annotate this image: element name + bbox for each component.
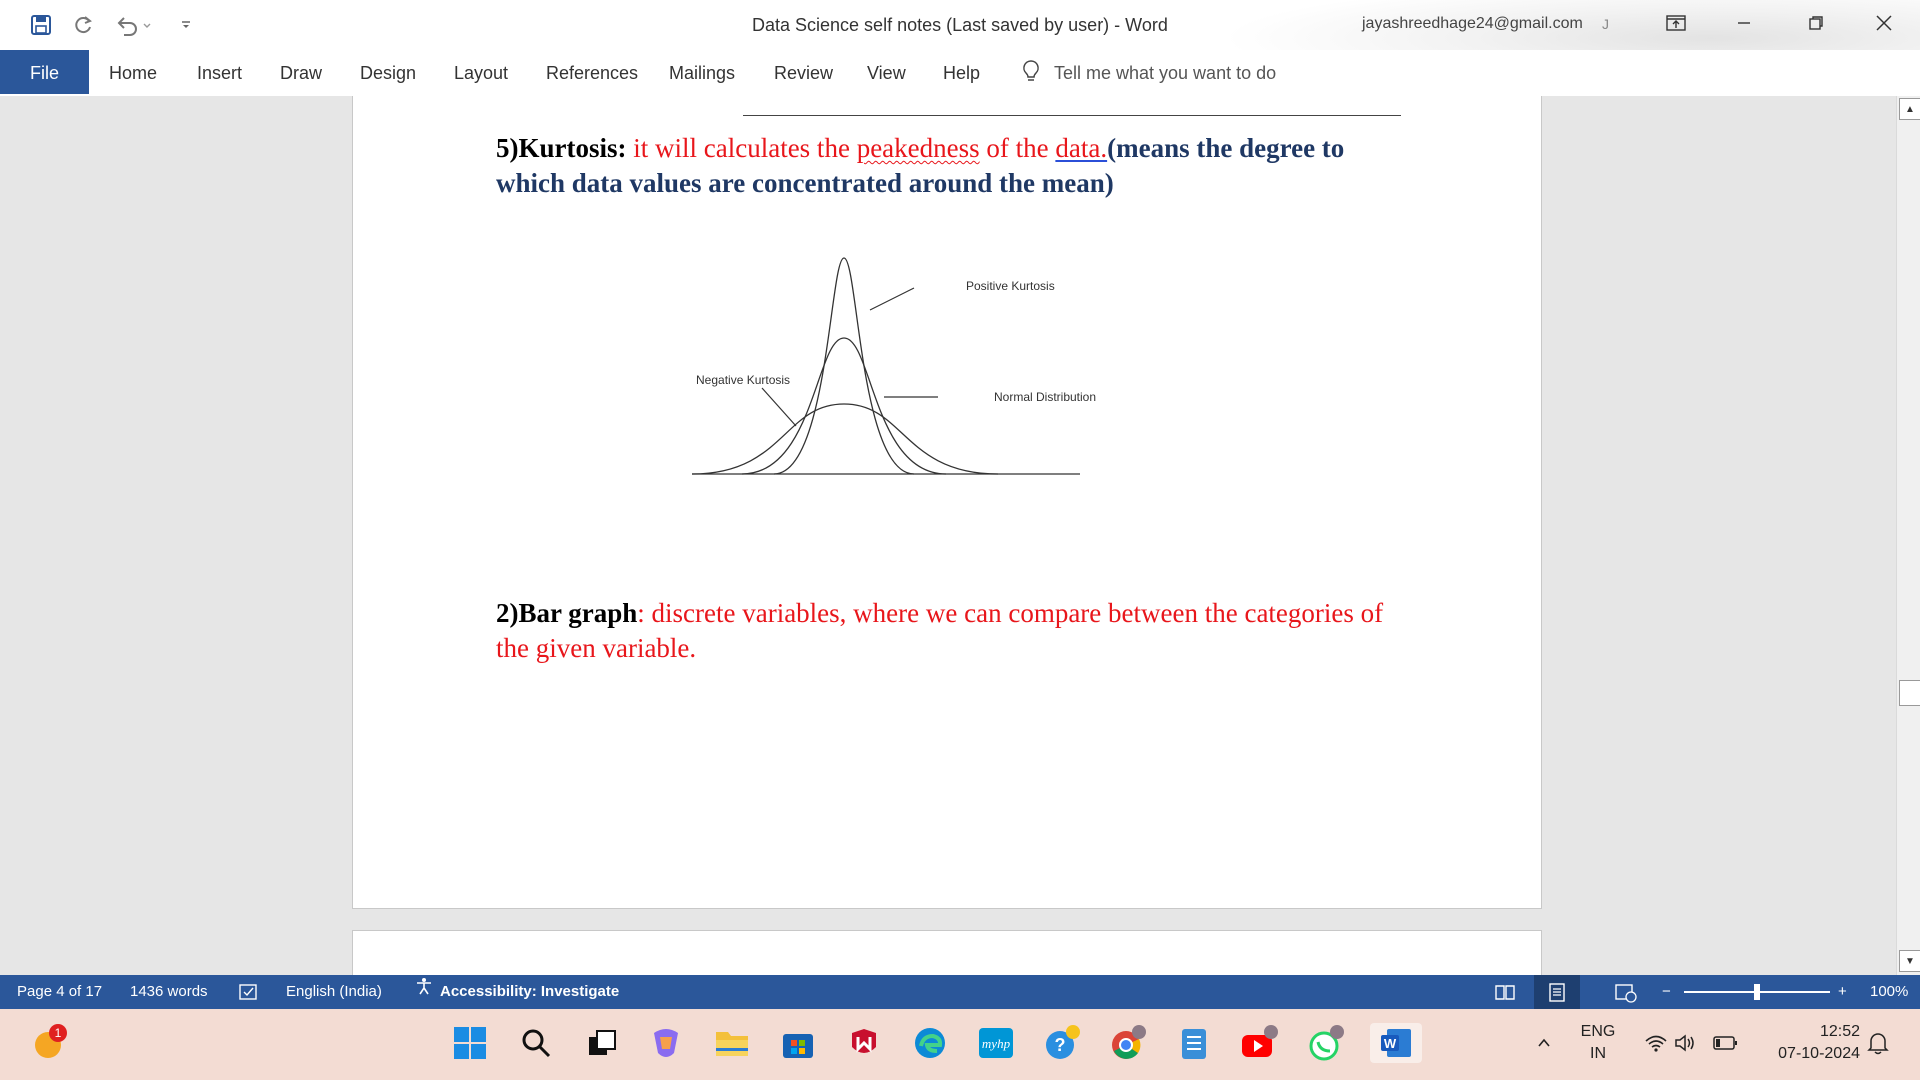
kurtosis-paragraph[interactable]: 5)Kurtosis: it will calculates the peake…: [496, 131, 1416, 201]
notification-bell-icon[interactable]: [1858, 1023, 1898, 1063]
copilot-icon[interactable]: [646, 1023, 686, 1063]
volume-icon[interactable]: [1666, 1023, 1706, 1063]
tab-home[interactable]: Home: [109, 50, 157, 94]
read-mode-icon[interactable]: [1494, 975, 1516, 1009]
clock-date: 07-10-2024: [1778, 1045, 1860, 1062]
zoom-in-icon[interactable]: +: [1838, 975, 1847, 1009]
lightbulb-icon: [1022, 59, 1040, 88]
print-layout-icon[interactable]: [1534, 975, 1580, 1009]
restore-icon[interactable]: [1794, 8, 1838, 38]
tab-insert[interactable]: Insert: [197, 50, 242, 94]
edge-icon[interactable]: [910, 1023, 950, 1063]
accessibility-label: Accessibility: Investigate: [440, 983, 620, 1000]
kurtosis-heading: 5)Kurtosis:: [496, 133, 627, 163]
negative-kurtosis-label: Negative Kurtosis: [696, 373, 790, 387]
tab-mailings[interactable]: Mailings: [669, 50, 735, 94]
zoom-out-icon[interactable]: −: [1662, 975, 1671, 1009]
bar-graph-paragraph[interactable]: 2)Bar graph: discrete variables, where w…: [496, 596, 1416, 666]
zoom-slider-thumb[interactable]: [1754, 984, 1760, 1000]
input-language[interactable]: ENG IN: [1578, 1021, 1618, 1065]
kurtosis-text-4: data.: [1055, 133, 1108, 163]
chrome-profile-icon[interactable]: [1108, 1023, 1148, 1063]
save-icon[interactable]: [28, 12, 54, 38]
kurtosis-text-2: peakedness: [856, 133, 980, 163]
title-bar: Data Science self notes (Last saved by u…: [0, 0, 1920, 96]
notepad-icon[interactable]: [1174, 1023, 1214, 1063]
window-title: Data Science self notes (Last saved by u…: [752, 15, 1168, 35]
zoom-level[interactable]: 100%: [1870, 975, 1908, 1009]
ribbon-display-options-icon[interactable]: [1654, 8, 1698, 38]
accessibility-icon: [414, 975, 434, 1009]
undo-button[interactable]: [112, 12, 156, 38]
negative-kurtosis-arrow: [761, 387, 797, 427]
tab-draw[interactable]: Draw: [280, 50, 322, 94]
input-language-line2: IN: [1590, 1045, 1606, 1062]
zoom-slider[interactable]: [1684, 975, 1830, 1009]
search-icon[interactable]: [516, 1023, 556, 1063]
language-indicator[interactable]: English (India): [286, 975, 382, 1009]
start-icon[interactable]: [450, 1023, 490, 1063]
close-icon[interactable]: [1862, 8, 1906, 38]
positive-kurtosis-curve: [773, 257, 915, 475]
word-taskbar-icon[interactable]: W: [1370, 1023, 1422, 1063]
tab-file[interactable]: File: [0, 50, 89, 94]
tab-view[interactable]: View: [867, 50, 906, 94]
clock-time: 12:52: [1819, 1023, 1860, 1040]
page-count[interactable]: Page 4 of 17: [17, 975, 102, 1009]
header-rule: [743, 115, 1401, 116]
word-count[interactable]: 1436 words: [130, 975, 208, 1009]
weather-badge: 1: [55, 1026, 62, 1040]
clock[interactable]: 12:52 07-10-2024: [1750, 1021, 1860, 1065]
svg-text:?: ?: [1055, 1035, 1066, 1055]
myhp-label: myhp: [982, 1036, 1011, 1051]
tab-references[interactable]: References: [546, 50, 638, 94]
tab-design[interactable]: Design: [360, 50, 416, 94]
taskbar: 1 myhp ? W ENG IN 12:52 07-10-2024: [0, 1009, 1920, 1080]
autosave-refresh-icon[interactable]: [70, 12, 96, 38]
myhp-icon[interactable]: myhp: [976, 1023, 1016, 1063]
tell-me-search[interactable]: Tell me what you want to do: [1022, 50, 1276, 96]
tab-help[interactable]: Help: [943, 50, 980, 94]
minimize-icon[interactable]: [1722, 8, 1766, 38]
kurtosis-text-1: it will calculates the: [626, 133, 857, 163]
accessibility-status[interactable]: Accessibility: Investigate: [414, 975, 619, 1009]
task-view-icon[interactable]: [582, 1023, 622, 1063]
positive-kurtosis-arrow: [869, 287, 915, 311]
file-explorer-icon[interactable]: [712, 1023, 752, 1063]
tab-review[interactable]: Review: [774, 50, 833, 94]
mcafee-icon[interactable]: [844, 1023, 884, 1063]
kurtosis-text-3: of the: [979, 133, 1056, 163]
positive-kurtosis-label: Positive Kurtosis: [966, 279, 1055, 293]
input-language-line1: ENG: [1580, 1023, 1616, 1040]
proofing-icon[interactable]: [238, 975, 260, 1009]
customize-qat-icon[interactable]: [178, 12, 194, 38]
status-bar: Page 4 of 17 1436 words English (India) …: [0, 975, 1920, 1009]
ribbon-tabs: File Home Insert Draw Design Layout Refe…: [0, 50, 1920, 132]
chevron-up-icon[interactable]: [1524, 1023, 1564, 1063]
normal-distribution-label: Normal Distribution: [994, 390, 1096, 404]
scroll-thumb[interactable]: [1899, 680, 1920, 706]
vertical-scrollbar[interactable]: ▲ ▼: [1896, 96, 1920, 975]
account-email[interactable]: jayashreedhage24@gmail.com: [1362, 15, 1583, 33]
svg-text:W: W: [1384, 1036, 1397, 1051]
scroll-down-icon[interactable]: ▼: [1899, 950, 1920, 972]
bar-graph-heading: 2)Bar graph: [496, 598, 638, 628]
negative-kurtosis-curve: [691, 403, 999, 475]
normal-distribution-curve: [741, 337, 947, 475]
document-page[interactable]: [352, 96, 1542, 909]
tab-layout[interactable]: Layout: [454, 50, 508, 94]
whatsapp-icon[interactable]: [1306, 1023, 1346, 1063]
battery-icon[interactable]: [1706, 1023, 1746, 1063]
kurtosis-figure: Positive Kurtosis Negative Kurtosis Norm…: [691, 257, 1096, 475]
youtube-icon[interactable]: [1240, 1023, 1280, 1063]
help-app-icon[interactable]: ?: [1042, 1023, 1082, 1063]
microsoft-store-icon[interactable]: [778, 1023, 818, 1063]
scroll-up-icon[interactable]: ▲: [1899, 98, 1920, 120]
tell-me-placeholder: Tell me what you want to do: [1054, 62, 1277, 83]
web-layout-icon[interactable]: [1614, 975, 1638, 1009]
account-avatar[interactable]: J: [1602, 16, 1609, 32]
weather-icon[interactable]: 1: [28, 1023, 68, 1063]
